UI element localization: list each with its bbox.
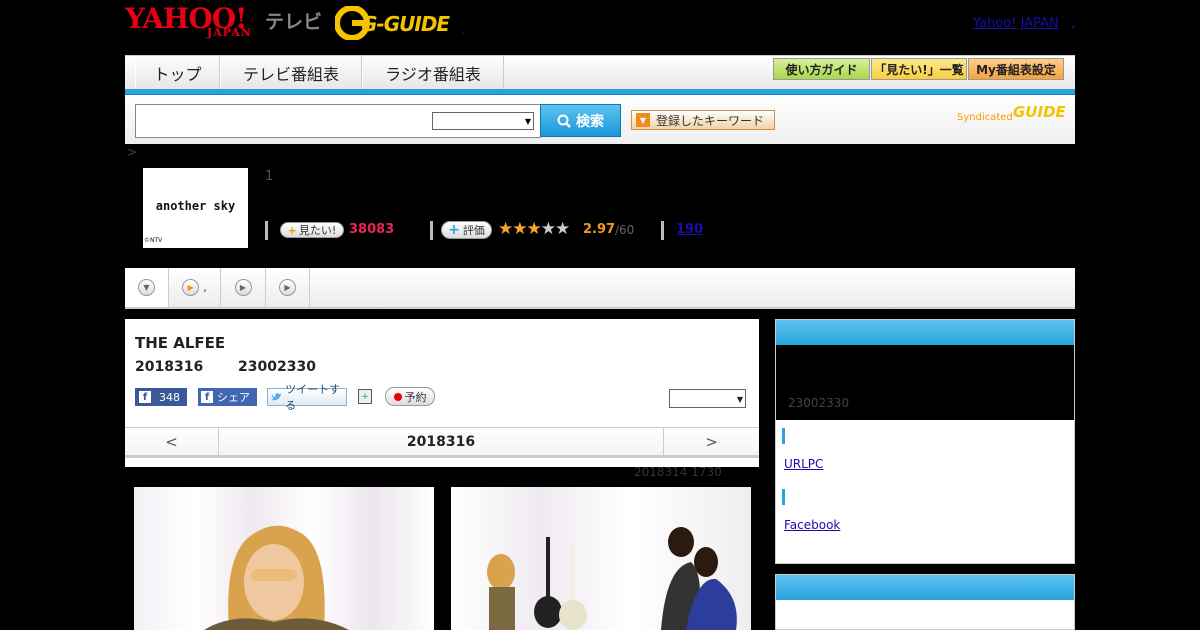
episode-title: THE ALFEE	[135, 334, 226, 352]
current-date: 2018316	[406, 434, 476, 450]
rating-stars: ★★★★★	[498, 219, 570, 239]
divider	[265, 221, 268, 240]
chevron-down-icon: ▼	[736, 395, 743, 404]
sidebar-header	[776, 320, 1074, 345]
want-to-watch-button[interactable]: + 見たい!	[280, 222, 344, 238]
tweet-label: ツイートする	[285, 383, 341, 412]
facebook-share-button[interactable]: f シェア	[198, 388, 257, 406]
tweet-button[interactable]: ツイートする	[267, 383, 347, 412]
search-icon	[557, 114, 571, 128]
header-trailing-comma: ,	[1071, 16, 1076, 31]
previous-day-button[interactable]: <	[125, 428, 219, 456]
tab-top[interactable]: トップ	[135, 56, 220, 90]
record-icon	[393, 392, 402, 401]
search-button[interactable]: 検索	[540, 104, 621, 137]
site-header: YAHOO! JAPAN テレビ G-GUIDE , Yahoo! JAPAN …	[125, 0, 1075, 55]
tab-next[interactable]: ▶ ,	[169, 268, 221, 307]
syndicated-gguide-logo: GUIDE	[1013, 103, 1066, 121]
star-half-icon: ★	[526, 219, 542, 239]
episode-photo	[451, 487, 751, 630]
copyright-text: ©NTV	[144, 237, 163, 244]
star-empty-icon: ★	[540, 219, 556, 239]
facebook-icon: f	[139, 391, 151, 403]
reserve-label: 予約	[404, 390, 427, 404]
facebook-link[interactable]: Facebook	[784, 518, 840, 532]
next-day-button[interactable]: >	[663, 428, 759, 456]
play-icon: ▶	[279, 279, 296, 296]
want-to-watch-count: 38083	[349, 222, 395, 237]
star-empty-icon: ★	[555, 219, 570, 239]
twitter-bird-icon	[271, 393, 282, 401]
chevron-down-icon: ▼	[138, 279, 155, 296]
syndicated-label: Syndicated	[957, 112, 1013, 123]
rating-value: 2.97	[583, 222, 616, 237]
star-icon: ★	[498, 219, 513, 239]
episode-select[interactable]: ▼	[669, 389, 746, 408]
episode-tabs: ▼ ▶ , ▶ ▶	[125, 268, 1075, 309]
search-bar: ▼ 検索 ▼ 登録したキーワード Syndicated GUIDE	[125, 95, 1075, 144]
rate-label: 評価	[462, 224, 485, 237]
sidebar-broadcast-time: 23002330	[788, 396, 850, 410]
search-button-label: 検索	[576, 113, 604, 130]
tab-option[interactable]: ▶	[221, 268, 266, 307]
saved-keywords-label: 登録したキーワード	[656, 113, 765, 128]
program-logo-text: another sky	[155, 199, 236, 213]
section-marker	[782, 428, 785, 444]
saved-keywords-button[interactable]: ▼ 登録したキーワード	[631, 110, 775, 130]
star-icon: ★	[512, 219, 527, 239]
plus-icon: +	[287, 223, 297, 237]
photo-studio-image	[487, 527, 737, 630]
play-icon: ▶	[182, 279, 200, 296]
facebook-icon: f	[201, 391, 213, 403]
sidebar-header	[776, 575, 1074, 600]
facebook-count: 348	[159, 390, 180, 404]
sidebar-panel: 23002330 URLPC Facebook	[775, 319, 1075, 564]
program-number: 1	[265, 169, 274, 184]
play-icon: ▶	[234, 279, 252, 296]
breadcrumb: >	[127, 145, 138, 159]
facebook-like-count-button[interactable]: f 348	[135, 388, 187, 406]
updated-timestamp: 2018314 1730	[634, 465, 722, 479]
episode-panel: THE ALFEE 2018316 23002330 f 348 f シェア ツ…	[125, 319, 759, 467]
facebook-share-label: シェア	[217, 391, 250, 404]
reserve-button[interactable]: 予約	[385, 387, 435, 406]
tab-current[interactable]: ▼	[125, 268, 169, 307]
main-nav: トップ テレビ番組表 ラジオ番組表 使い方ガイド 「見たい!」一覧 My番組表設…	[125, 55, 1075, 90]
usage-guide-button[interactable]: 使い方ガイド	[773, 58, 870, 80]
episode-photo	[134, 487, 434, 630]
watchlist-button[interactable]: 「見たい!」一覧	[871, 58, 967, 80]
rating-denominator: /60	[615, 223, 635, 237]
episode-date: 2018316	[135, 359, 204, 375]
plus-icon: +	[448, 222, 460, 238]
header-separator: ,	[461, 22, 465, 36]
divider	[430, 221, 433, 240]
rate-button[interactable]: + 評価	[441, 221, 492, 239]
divider	[661, 221, 664, 240]
tab-tv-listings[interactable]: テレビ番組表	[220, 56, 362, 90]
tab-option[interactable]: ▶	[266, 268, 310, 307]
gguide-logo-text: G-GUIDE	[361, 12, 450, 36]
tv-label: テレビ	[265, 11, 323, 33]
tab-radio-listings[interactable]: ラジオ番組表	[362, 56, 504, 90]
my-schedule-settings-button[interactable]: My番組表設定	[968, 58, 1064, 80]
reviews-link[interactable]: 190	[676, 222, 703, 237]
yahoo-japan-logo-text: JAPAN	[207, 26, 252, 39]
yahoo-japan-link[interactable]: Yahoo! JAPAN	[973, 16, 1059, 31]
want-to-watch-label: 見たい!	[298, 224, 337, 237]
date-navigation: < 2018316 >	[125, 427, 759, 458]
section-marker	[782, 489, 785, 505]
url-pc-link[interactable]: URLPC	[784, 457, 823, 471]
photo-person-image	[204, 525, 349, 630]
dropdown-arrow-icon: ▼	[636, 113, 650, 127]
page: YAHOO! JAPAN テレビ G-GUIDE , Yahoo! JAPAN …	[0, 0, 1200, 630]
tab-text: ,	[203, 281, 207, 294]
episode-time: 23002330	[238, 359, 316, 375]
program-thumbnail: another sky ©NTV	[143, 168, 248, 248]
search-category-select[interactable]: ▼	[432, 112, 534, 130]
calendar-add-icon[interactable]: +	[358, 389, 372, 404]
chevron-down-icon: ▼	[524, 117, 531, 126]
sidebar-panel-2	[775, 574, 1075, 630]
